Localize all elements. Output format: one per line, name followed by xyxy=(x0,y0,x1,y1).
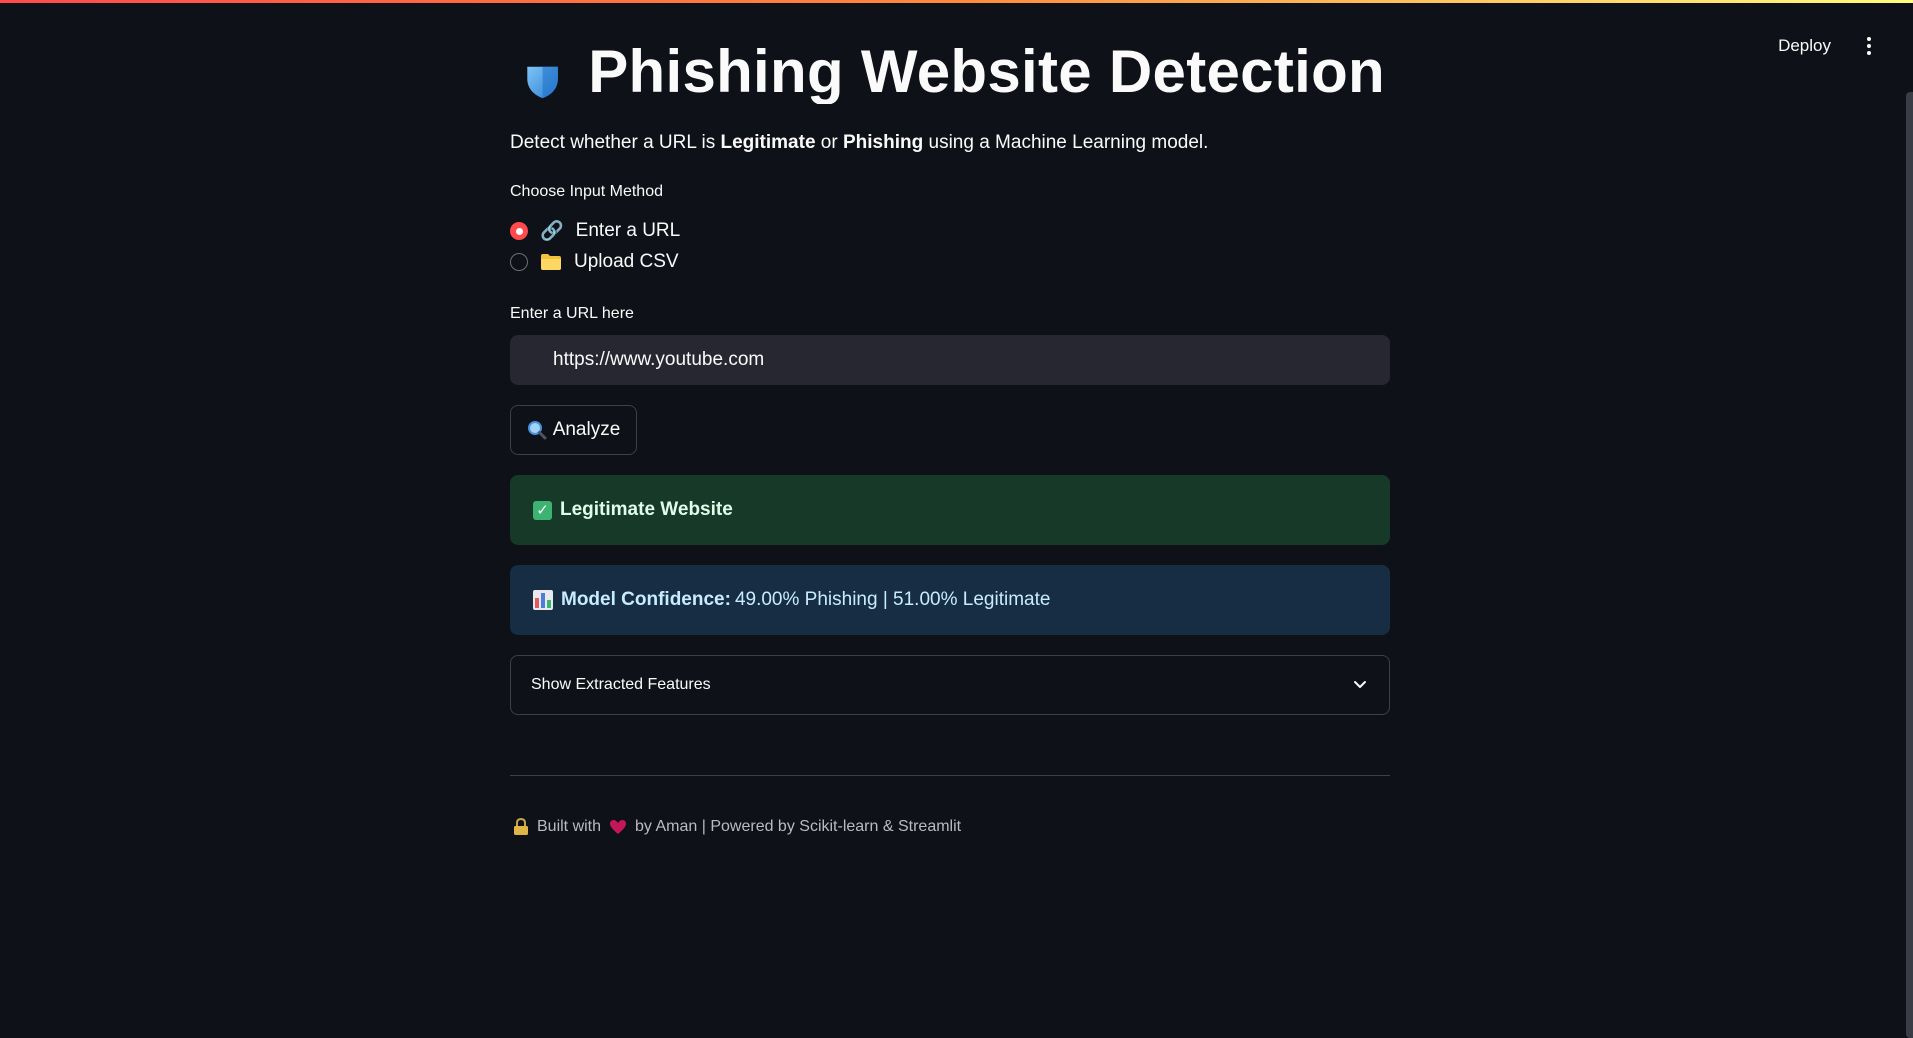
radio-upload-csv[interactable]: Upload CSV xyxy=(510,251,679,273)
url-input[interactable] xyxy=(510,335,1390,385)
analyze-button[interactable]: Analyze xyxy=(510,405,637,455)
radio-enter-url[interactable]: 🔗 Enter a URL xyxy=(510,219,680,243)
confidence-value: 49.00% Phishing | 51.00% Legitimate xyxy=(734,589,1051,610)
confidence-info-alert: Model Confidence: 49.00% Phishing | 51.0… xyxy=(510,565,1390,635)
scrollbar[interactable] xyxy=(1906,92,1913,1038)
lock-icon xyxy=(514,818,528,835)
footer-credits: by Aman | Powered by Scikit-learn & Stre… xyxy=(635,818,962,835)
result-label: Legitimate Website xyxy=(560,499,733,520)
app-toolbar: Deploy xyxy=(1770,30,1877,62)
description-legit: Legitimate xyxy=(720,132,816,153)
folder-icon xyxy=(541,254,561,270)
confidence-label: Model Confidence: xyxy=(561,589,731,610)
page-title: Phishing Website Detection xyxy=(588,38,1385,104)
link-icon: 🔗 xyxy=(540,221,564,242)
radio-button[interactable] xyxy=(510,253,528,271)
more-vertical-icon[interactable] xyxy=(1861,33,1877,59)
input-method-label: Choose Input Method xyxy=(510,183,663,200)
chevron-down-icon xyxy=(1354,681,1366,688)
description-text: using a Machine Learning model. xyxy=(923,132,1209,153)
magnifier-icon xyxy=(527,421,547,440)
footer-built-with: Built with xyxy=(537,818,602,835)
radio-label: Upload CSV xyxy=(574,251,679,272)
description-text: or xyxy=(815,132,843,153)
divider xyxy=(510,775,1390,776)
title-area: Phishing Website Detection xyxy=(510,0,1390,104)
radio-button[interactable] xyxy=(510,222,528,240)
analyze-label: Analyze xyxy=(552,419,621,440)
footer: Built with by Aman | Powered by Scikit-l… xyxy=(513,818,961,836)
result-success-alert: ✓ Legitimate Website xyxy=(510,475,1390,545)
bar-chart-icon xyxy=(533,590,553,610)
features-expander[interactable]: Show Extracted Features xyxy=(510,655,1390,715)
deploy-button[interactable]: Deploy xyxy=(1770,30,1839,62)
heart-icon xyxy=(610,820,627,834)
url-input-container xyxy=(510,335,1390,385)
app-description: Detect whether a URL is Legitimate or Ph… xyxy=(510,132,1208,154)
description-phish: Phishing xyxy=(842,132,924,153)
url-field-label: Enter a URL here xyxy=(510,305,634,322)
radio-label: Enter a URL xyxy=(575,220,681,241)
check-box-icon: ✓ xyxy=(533,500,552,520)
description-text: Detect whether a URL is xyxy=(510,132,721,153)
expander-label: Show Extracted Features xyxy=(531,676,711,693)
shield-icon xyxy=(527,66,558,99)
